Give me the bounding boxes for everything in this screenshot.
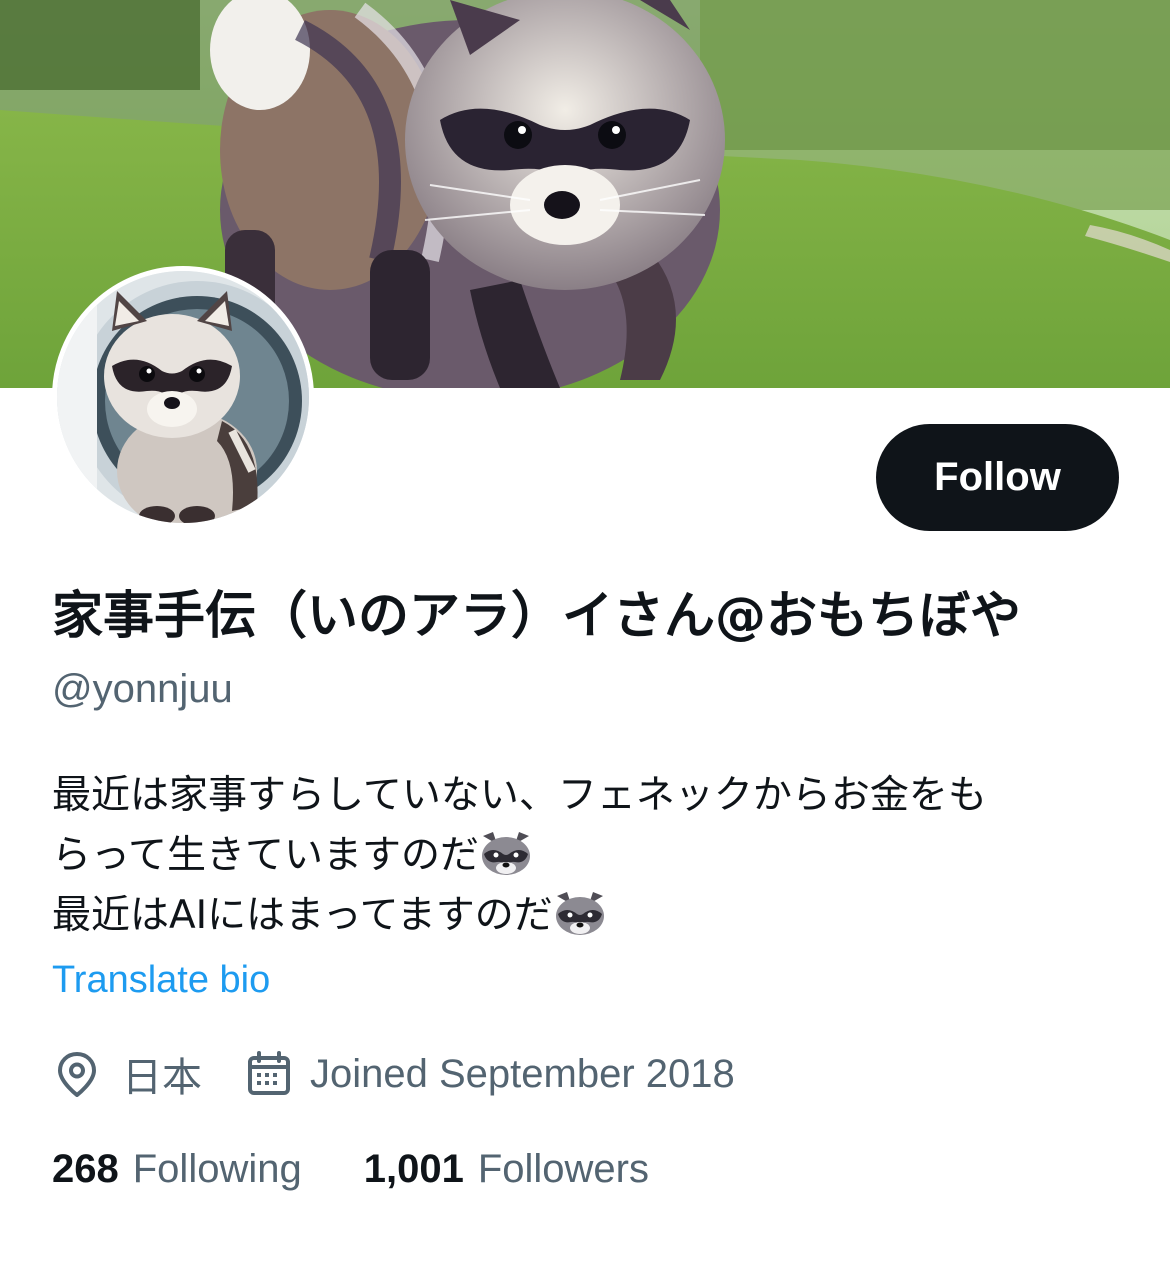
bio-line: 最近は家事すらしていない、フェネックからお金をも (52, 766, 1132, 826)
bio-line: らって生きていますのだ (52, 826, 1132, 886)
profile-meta: 日本 Joined September 2018 (52, 1044, 735, 1104)
bio-text: 最近はAIにはまってますのだ (52, 893, 553, 938)
profile-avatar[interactable] (52, 266, 314, 528)
following-link[interactable]: 268 Following (52, 1147, 302, 1192)
following-label: Following (132, 1146, 302, 1191)
follow-stats: 268 Following 1,001 Followers (52, 1142, 649, 1196)
translate-bio-link[interactable]: Translate bio (52, 955, 270, 1005)
profile-bio: 最近は家事すらしていない、フェネックからお金をも らって生きていますのだ 最近は… (52, 766, 1132, 946)
follow-button[interactable]: Follow (876, 424, 1119, 531)
joined-date-text: Joined September 2018 (310, 1051, 735, 1096)
user-handle: @yonnjuu (52, 667, 233, 711)
display-name: 家事手伝（いのアラ）イさん@おもちぼや (52, 587, 1022, 646)
followers-label: Followers (477, 1146, 649, 1191)
location-item: 日本 (52, 1045, 202, 1103)
raccoon-emoji-icon (482, 832, 531, 875)
following-count: 268 (52, 1146, 119, 1191)
followers-count: 1,001 (363, 1146, 464, 1191)
location-pin-icon (58, 1052, 96, 1097)
calendar-icon (248, 1051, 290, 1095)
bio-text: らって生きていますのだ (52, 833, 480, 878)
location-text: 日本 (122, 1055, 202, 1101)
bio-line: 最近はAIにはまってますのだ (52, 886, 1132, 946)
followers-link[interactable]: 1,001 Followers (364, 1147, 649, 1192)
raccoon-emoji-icon (555, 892, 604, 935)
bio-text: 最近は家事すらしていない、フェネックからお金をも (52, 773, 987, 818)
joined-item: Joined September 2018 (244, 1049, 735, 1099)
